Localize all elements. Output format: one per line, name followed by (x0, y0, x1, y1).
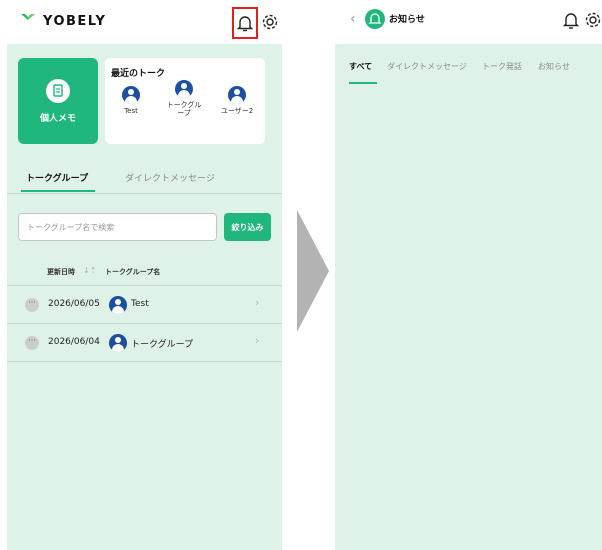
recent-talks-card: 最近のトーク Test トークグル ープ ユーザー2 (105, 58, 265, 144)
name-column-header: トークグループ名 (105, 268, 161, 276)
updated-column-header[interactable]: 更新日時 (47, 267, 75, 277)
talk-tabs: トークグループ ダイレクトメッセージ (7, 162, 282, 194)
row-date: 2026/06/04 (48, 337, 100, 347)
personal-memo-button[interactable]: 個人メモ (18, 58, 98, 144)
screen-transition: YOBELY 個人メモ 最近のトーク Test トークグル ープ ユーザー2 ト… (0, 0, 602, 550)
recent-talk-item[interactable]: トークグル ープ (162, 80, 206, 117)
more-icon[interactable]: ··· (25, 336, 39, 350)
avatar (122, 86, 140, 104)
document-icon (46, 78, 70, 103)
home-screen: YOBELY 個人メモ 最近のトーク Test トークグル ープ ユーザー2 ト… (7, 0, 282, 550)
search-input[interactable]: トークグループ名で検索 (18, 213, 217, 241)
home-header: YOBELY (7, 0, 282, 44)
brand-name: YOBELY (43, 13, 107, 29)
bell-icon[interactable] (560, 9, 582, 31)
avatar (175, 80, 193, 98)
notifications-screen: ‹ お知らせ すべて ダイレクトメッセージ トーク発話 お知らせ (335, 0, 602, 550)
home-content: 個人メモ 最近のトーク Test トークグル ープ ユーザー2 トークグループ … (7, 44, 282, 550)
notification-badge-icon (365, 9, 385, 29)
notification-button[interactable] (232, 7, 258, 39)
bell-icon (237, 16, 253, 32)
flow-arrow-icon (297, 210, 329, 332)
recent-talks-title: 最近のトーク (111, 69, 166, 79)
recent-talk-name: ユーザー2 (220, 107, 254, 115)
table-row[interactable]: ··· 2026/06/04 トークグループ › (7, 324, 282, 362)
active-tab-indicator (349, 82, 377, 84)
chevron-right-icon: › (255, 334, 260, 347)
row-name: トークグループ (131, 340, 194, 350)
sort-icon[interactable]: ↓⇡ (83, 266, 96, 275)
table-row[interactable]: ··· 2026/06/05 Test › (7, 286, 282, 324)
tab-direct-message[interactable]: ダイレクトメッセージ (387, 61, 467, 72)
gear-icon[interactable] (259, 11, 281, 33)
avatar (109, 296, 127, 314)
recent-talk-name: Test (124, 107, 138, 115)
logo-icon (21, 14, 35, 28)
gear-icon[interactable] (582, 9, 602, 31)
list-header: 更新日時 ↓⇡ トークグループ名 (7, 262, 282, 286)
chevron-left-icon[interactable]: ‹ (350, 11, 356, 27)
tab-all[interactable]: すべて (349, 61, 372, 72)
brand-logo: YOBELY (19, 13, 106, 29)
tab-direct-message[interactable]: ダイレクトメッセージ (125, 171, 215, 184)
notifications-content: すべて ダイレクトメッセージ トーク発話 お知らせ (335, 44, 602, 550)
row-name: Test (131, 299, 149, 309)
row-date: 2026/06/05 (48, 299, 100, 309)
active-tab-indicator (21, 190, 95, 192)
filter-button[interactable]: 絞り込み (224, 213, 271, 241)
memo-label: 個人メモ (39, 113, 76, 124)
chevron-right-icon: › (255, 296, 260, 309)
tab-notices[interactable]: お知らせ (538, 61, 570, 72)
recent-talk-name: トークグル ープ (166, 101, 202, 117)
page-title: お知らせ (389, 15, 425, 25)
avatar (109, 334, 127, 352)
more-icon[interactable]: ··· (25, 298, 39, 312)
recent-talk-item[interactable]: ユーザー2 (215, 86, 259, 115)
recent-talk-item[interactable]: Test (109, 86, 153, 115)
tab-talk-group[interactable]: トークグループ (26, 171, 88, 184)
tab-talk-speech[interactable]: トーク発話 (482, 61, 522, 72)
notifications-header: ‹ お知らせ (335, 0, 602, 44)
avatar (228, 86, 246, 104)
